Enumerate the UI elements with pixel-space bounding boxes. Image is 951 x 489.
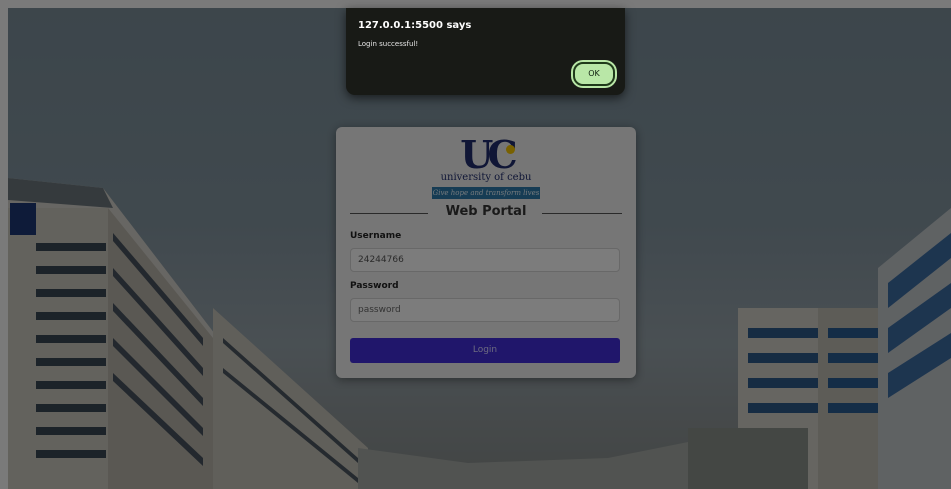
username-label: Username: [350, 231, 402, 241]
username-input[interactable]: 24244766: [350, 248, 620, 272]
uc-logo: UC: [460, 132, 517, 177]
ok-button[interactable]: OK: [573, 62, 615, 86]
login-card: UC university of cebu Give hope and tran…: [336, 127, 636, 378]
logo-tagline: Give hope and transform lives: [432, 187, 540, 199]
alert-message: Login successful!: [358, 40, 419, 48]
alert-dialog: 127.0.0.1:5500 says Login successful! OK: [346, 8, 625, 95]
alert-title: 127.0.0.1:5500 says: [358, 20, 472, 31]
password-label: Password: [350, 281, 399, 291]
password-input[interactable]: password: [350, 298, 620, 322]
portal-title: Web Portal: [445, 204, 527, 219]
login-button[interactable]: Login: [350, 338, 620, 363]
logo-dot-icon: [506, 145, 515, 154]
logo-subtitle: university of cebu: [440, 172, 532, 183]
portal-title-row: Web Portal: [350, 204, 622, 222]
